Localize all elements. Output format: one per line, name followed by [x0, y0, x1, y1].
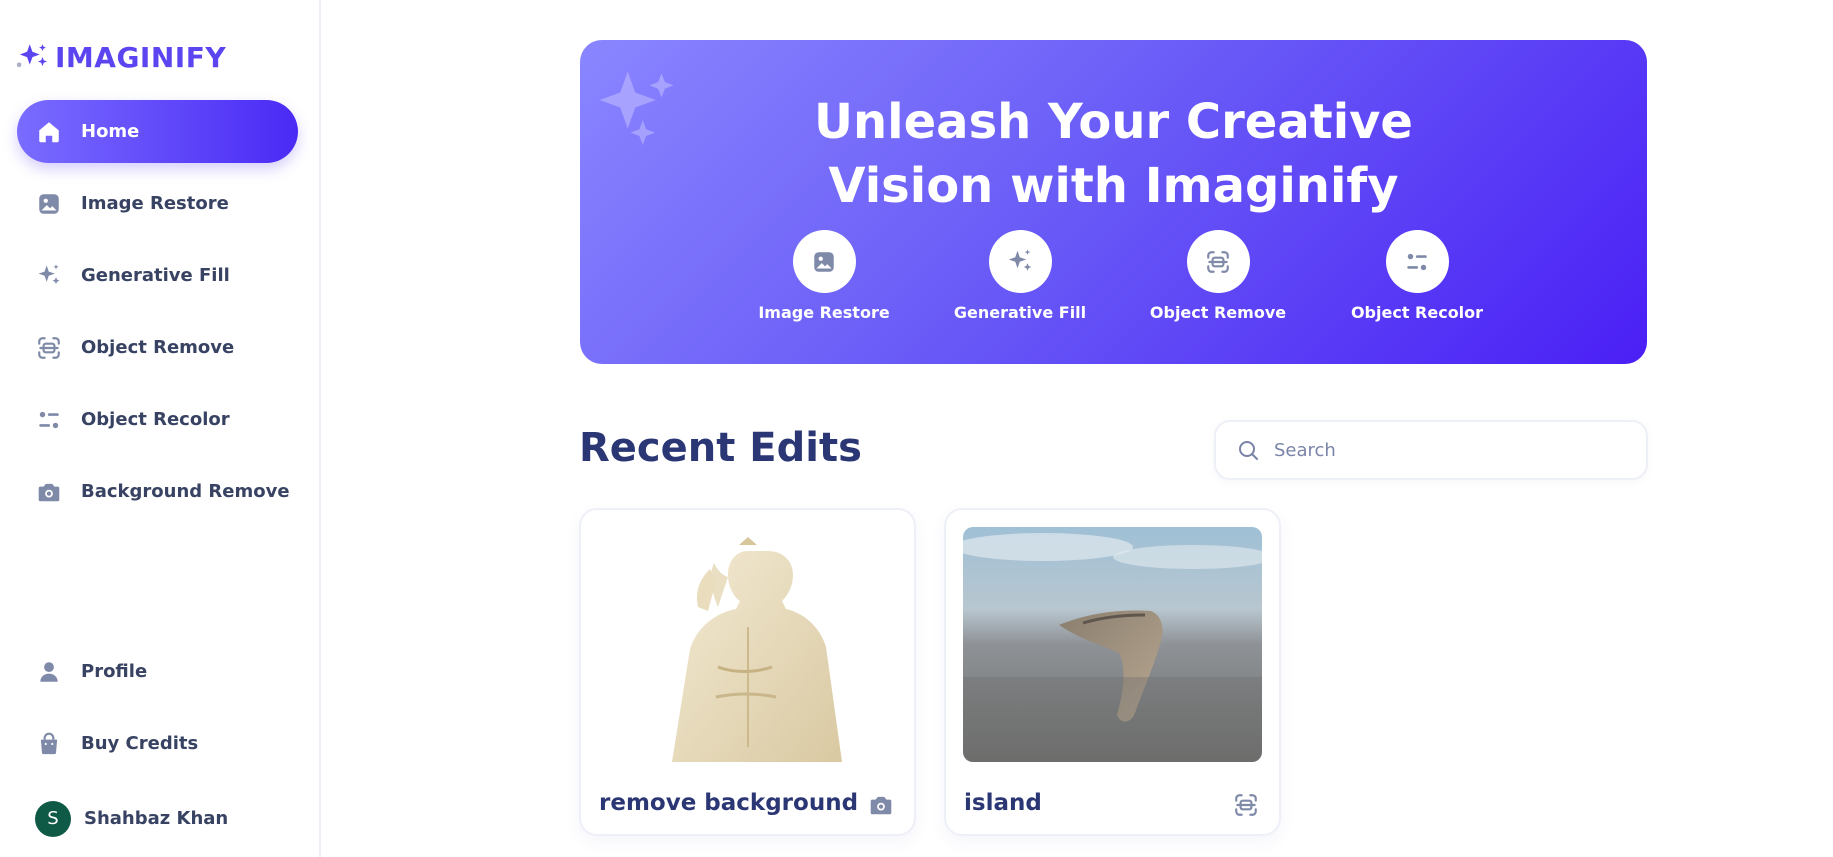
image-icon: [811, 249, 837, 275]
logo-sparkle-icon: [17, 44, 48, 67]
island-image: [963, 527, 1262, 762]
sidebar-item-object-remove[interactable]: Object Remove: [17, 316, 298, 379]
sidebar-item-buy-credits[interactable]: Buy Credits: [17, 712, 298, 775]
sidebar-item-home[interactable]: Home: [17, 100, 298, 163]
search-input[interactable]: [1274, 439, 1614, 461]
camera-icon: [866, 790, 896, 820]
filter-icon: [35, 406, 63, 434]
feature-circle: [1385, 230, 1449, 293]
avatar: S: [35, 800, 71, 837]
feature-circle: [1186, 230, 1250, 293]
statue-image: [672, 537, 842, 762]
scan-icon: [1231, 790, 1261, 820]
feature-label: Image Restore: [758, 303, 890, 322]
scan-icon: [35, 334, 63, 362]
home-icon: [35, 118, 63, 146]
recent-edits-title: Recent Edits: [579, 425, 862, 471]
bag-icon: [35, 730, 63, 758]
feature-image-restore[interactable]: Image Restore: [754, 230, 894, 322]
sidebar-item-object-recolor[interactable]: Object Recolor: [17, 388, 298, 451]
sidebar-item-label: Home: [81, 121, 140, 142]
feature-circle: [988, 230, 1052, 293]
recent-edit-card[interactable]: remove background: [579, 508, 916, 836]
sidebar-item-generative-fill[interactable]: Generative Fill: [17, 244, 298, 307]
sidebar-item-label: Background Remove: [81, 481, 290, 502]
hero-title-line1: Unleash Your Creative: [814, 94, 1413, 150]
hero-title-line2: Vision with Imaginify: [828, 158, 1399, 214]
user-icon: [35, 658, 63, 686]
feature-label: Object Recolor: [1350, 303, 1484, 322]
image-icon: [35, 190, 63, 218]
brand-logo[interactable]: IMAGINIFY: [17, 40, 226, 74]
sidebar-user[interactable]: S Shahbaz Khan: [17, 787, 298, 850]
sidebar-item-background-remove[interactable]: Background Remove: [17, 460, 298, 523]
sparkles-icon: [35, 262, 63, 290]
sidebar-item-label: Object Recolor: [81, 409, 230, 430]
feature-object-recolor[interactable]: Object Recolor: [1347, 230, 1487, 322]
sidebar-item-label: Image Restore: [81, 193, 229, 214]
camera-icon: [35, 478, 63, 506]
sidebar-item-label: Profile: [81, 661, 148, 682]
card-thumbnail-statue: [598, 527, 897, 762]
search-box[interactable]: [1214, 420, 1648, 480]
card-thumbnail-island: [963, 527, 1262, 762]
user-name: Shahbaz Khan: [84, 808, 229, 829]
brand-name: IMAGINIFY: [55, 40, 227, 74]
card-title: island: [964, 790, 1042, 816]
sidebar: IMAGINIFY Home Image Restore Generative …: [0, 0, 321, 857]
card-title: remove background: [599, 790, 859, 816]
sidebar-item-profile[interactable]: Profile: [17, 640, 298, 703]
search-icon: [1236, 438, 1260, 462]
scan-icon: [1205, 249, 1231, 275]
feature-object-remove[interactable]: Object Remove: [1148, 230, 1288, 322]
hero-banner: Unleash Your Creative Vision with Imagin…: [580, 40, 1647, 364]
feature-generative-fill[interactable]: Generative Fill: [950, 230, 1090, 322]
feature-circle: [792, 230, 856, 293]
hero-title: Unleash Your Creative Vision with Imagin…: [580, 90, 1647, 218]
filter-icon: [1404, 249, 1430, 275]
app-root: IMAGINIFY Home Image Restore Generative …: [0, 0, 1833, 857]
sidebar-item-label: Generative Fill: [81, 265, 230, 286]
sidebar-item-image-restore[interactable]: Image Restore: [17, 172, 298, 235]
sidebar-item-label: Buy Credits: [81, 733, 199, 754]
sidebar-item-label: Object Remove: [81, 337, 235, 358]
feature-label: Generative Fill: [953, 303, 1087, 322]
sparkles-icon: [1005, 247, 1035, 277]
recent-edit-card[interactable]: island: [944, 508, 1281, 836]
feature-label: Object Remove: [1149, 303, 1287, 322]
